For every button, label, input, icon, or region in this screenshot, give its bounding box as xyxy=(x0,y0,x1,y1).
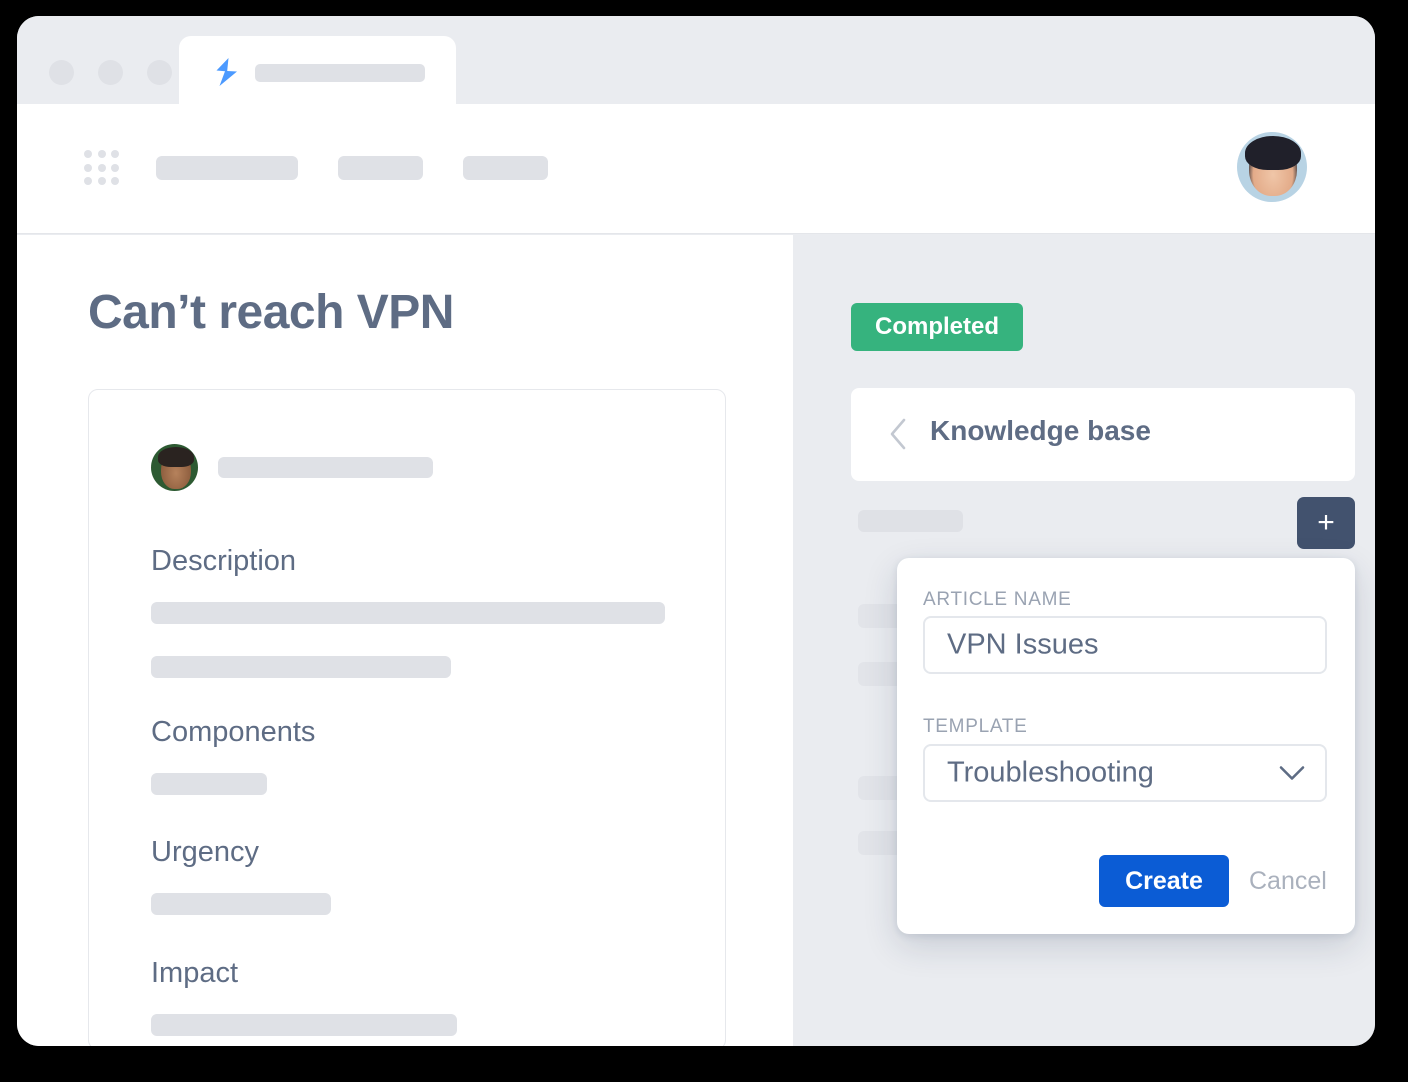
nav-item-2-placeholder[interactable] xyxy=(338,156,423,180)
plus-icon: + xyxy=(1317,506,1335,539)
field-value-urgency xyxy=(151,893,331,915)
template-value: Troubleshooting xyxy=(947,756,1154,789)
chevron-down-icon[interactable] xyxy=(1279,766,1305,781)
field-value-description-line-1 xyxy=(151,602,665,624)
minimize-window-button[interactable] xyxy=(98,60,123,85)
browser-tab-title-placeholder xyxy=(255,64,425,82)
reporter-avatar[interactable] xyxy=(151,444,198,491)
maximize-window-button[interactable] xyxy=(147,60,172,85)
page-title: Can’t reach VPN xyxy=(88,286,454,339)
field-value-components xyxy=(151,773,267,795)
nav-item-3-placeholder[interactable] xyxy=(463,156,548,180)
field-label-impact: Impact xyxy=(151,957,239,989)
nav-item-1-placeholder[interactable] xyxy=(156,156,298,180)
article-name-value: VPN Issues xyxy=(947,628,1099,661)
field-value-description-line-2 xyxy=(151,656,451,678)
field-label-description: Description xyxy=(151,545,297,577)
article-name-input[interactable]: VPN Issues xyxy=(923,616,1327,674)
knowledge-base-header-card: Knowledge base xyxy=(851,388,1355,481)
knowledge-base-column: Completed Knowledge base + ARTICLE NAME … xyxy=(793,235,1375,1046)
browser-tab-strip xyxy=(17,16,1375,106)
app-top-bar xyxy=(17,104,1375,234)
browser-window: Can’t reach VPN Description Components U… xyxy=(17,16,1375,1046)
cancel-button[interactable]: Cancel xyxy=(1249,855,1327,907)
avatar-hair xyxy=(1245,136,1301,170)
chevron-left-icon[interactable] xyxy=(889,418,907,450)
knowledge-base-subtitle-placeholder xyxy=(858,510,963,532)
article-name-label: ARTICLE NAME xyxy=(923,589,1072,610)
add-article-button[interactable]: + xyxy=(1297,497,1355,549)
grid-dots-icon[interactable] xyxy=(84,150,120,186)
reporter-avatar-hair xyxy=(158,447,194,467)
window-traffic-lights xyxy=(49,60,172,85)
reporter-name-placeholder xyxy=(218,457,433,478)
template-label: TEMPLATE xyxy=(923,716,1028,737)
field-value-impact xyxy=(151,1014,457,1036)
reporter-row xyxy=(151,444,433,491)
issue-detail-column: Can’t reach VPN Description Components U… xyxy=(17,235,793,1046)
close-window-button[interactable] xyxy=(49,60,74,85)
field-label-urgency: Urgency xyxy=(151,836,259,868)
field-label-components: Components xyxy=(151,716,316,748)
content-area: Can’t reach VPN Description Components U… xyxy=(17,235,1375,1046)
knowledge-base-title: Knowledge base xyxy=(930,415,1151,446)
browser-tab[interactable] xyxy=(179,36,456,106)
status-badge: Completed xyxy=(851,303,1024,351)
top-nav-items xyxy=(156,156,548,180)
create-article-popover: ARTICLE NAME VPN Issues TEMPLATE Trouble… xyxy=(897,558,1355,934)
lightning-bolt-icon xyxy=(214,58,240,86)
issue-detail-card: Description Components Urgency Impact xyxy=(88,389,726,1046)
avatar[interactable] xyxy=(1237,132,1307,202)
create-button[interactable]: Create xyxy=(1099,855,1229,907)
template-select[interactable]: Troubleshooting xyxy=(923,744,1327,802)
screenshot-stage: Can’t reach VPN Description Components U… xyxy=(0,0,1408,1082)
